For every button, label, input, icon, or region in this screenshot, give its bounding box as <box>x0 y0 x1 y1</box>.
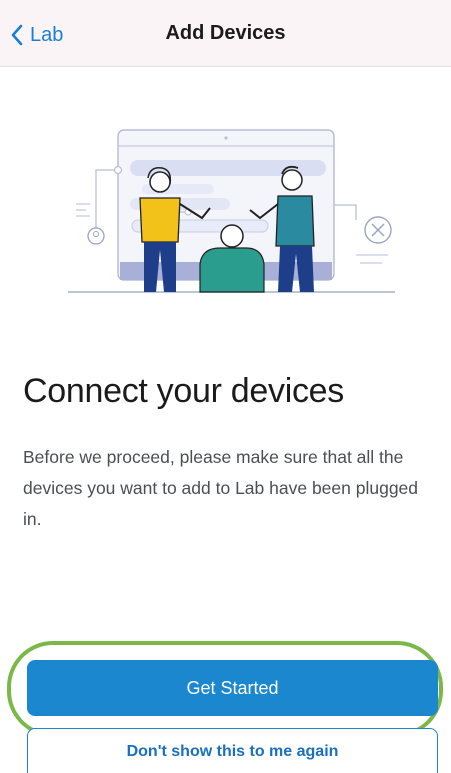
navigation-bar: Lab Add Devices <box>0 0 451 67</box>
add-devices-screen: Lab Add Devices Connect your devices Bef… <box>0 0 451 773</box>
section-heading: Connect your devices <box>23 372 344 410</box>
dont-show-again-button[interactable]: Don't show this to me again <box>27 728 438 773</box>
people-connecting-devices-illustration <box>68 129 395 293</box>
chevron-left-icon <box>11 24 23 46</box>
get-started-button[interactable]: Get Started <box>27 660 438 716</box>
back-button[interactable]: Lab <box>10 20 63 50</box>
instructions-text: Before we proceed, please make sure that… <box>23 447 419 529</box>
page-title: Add Devices <box>165 22 286 44</box>
back-button-label: Lab <box>30 23 64 46</box>
